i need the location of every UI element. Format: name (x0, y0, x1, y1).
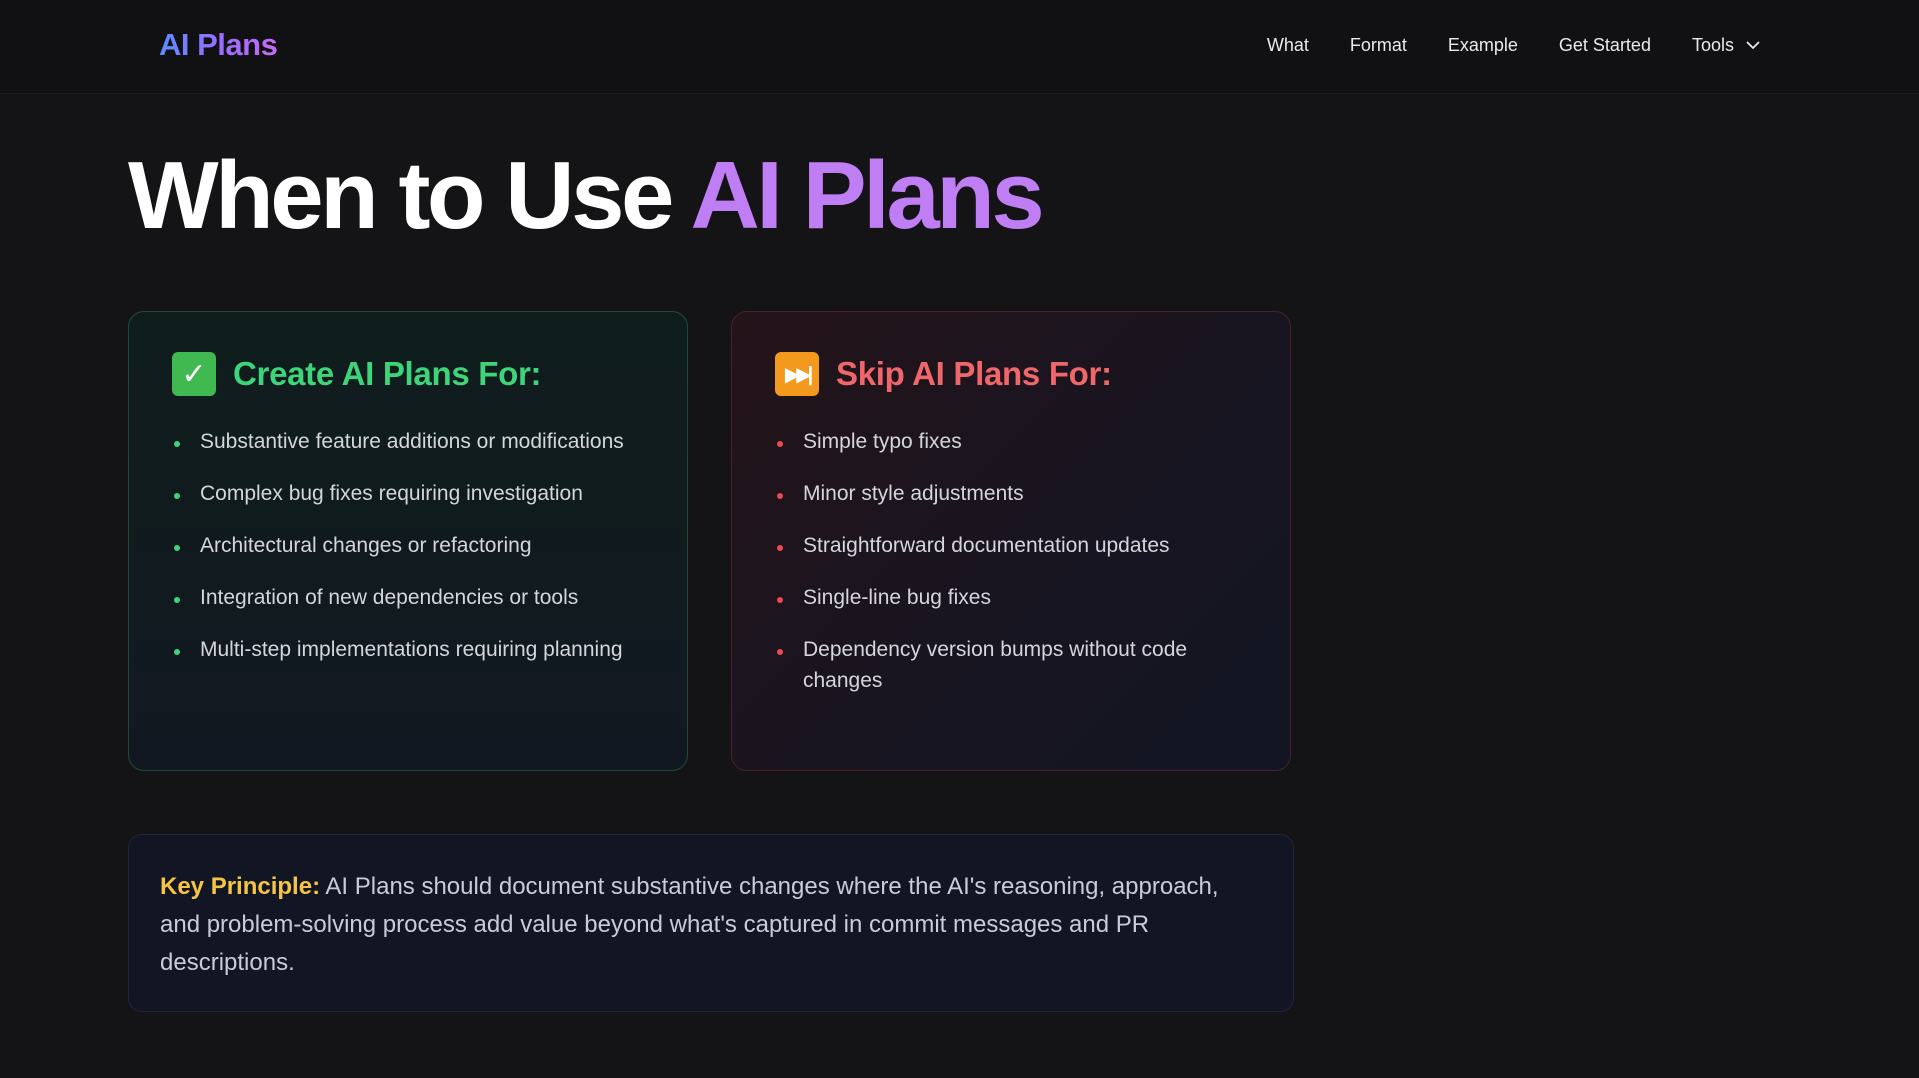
list-item: Complex bug fixes requiring investigatio… (172, 478, 647, 509)
create-card-header: ✓ Create AI Plans For: (172, 352, 647, 396)
list-item-text: Substantive feature additions or modific… (200, 430, 624, 453)
nav-link-get-started[interactable]: Get Started (1559, 35, 1651, 56)
bullet-dot-icon (174, 493, 180, 499)
skip-card-title: Skip AI Plans For: (836, 355, 1112, 392)
bullet-dot-icon (174, 545, 180, 551)
list-item: Multi-step implementations requiring pla… (172, 634, 647, 665)
list-item: Architectural changes or refactoring (172, 530, 647, 561)
page-title: When to Use AI Plans (128, 148, 1045, 244)
bullet-dot-icon (777, 545, 783, 551)
bullet-dot-icon (174, 649, 180, 655)
top-navigation-bar: AI Plans What Format Example Get Started… (0, 0, 1919, 94)
chevron-down-icon (1746, 41, 1760, 49)
key-principle-label: Key Principle: (160, 873, 321, 900)
main-nav: What Format Example Get Started Tools (1267, 35, 1760, 56)
bullet-dot-icon (777, 597, 783, 603)
check-mark-icon: ✓ (172, 352, 216, 396)
list-item-text: Dependency version bumps without code ch… (803, 638, 1188, 692)
fast-forward-icon: ▶▶| (775, 352, 819, 396)
create-ai-plans-card: ✓ Create AI Plans For: Substantive featu… (128, 311, 688, 771)
tools-dropdown-label: Tools (1691, 35, 1734, 55)
list-item: Single-line bug fixes (775, 582, 1250, 613)
brand-logo-link[interactable]: AI Plans (159, 27, 278, 63)
list-item: Integration of new dependencies or tools (172, 582, 647, 613)
list-item-text: Simple typo fixes (803, 430, 962, 453)
bullet-dot-icon (174, 441, 180, 447)
list-item-text: Minor style adjustments (803, 482, 1024, 505)
list-item-text: Complex bug fixes requiring investigatio… (200, 482, 583, 505)
list-item-text: Single-line bug fixes (803, 586, 991, 609)
bullet-dot-icon (777, 649, 783, 655)
create-card-title: Create AI Plans For: (233, 355, 542, 392)
nav-link-what[interactable]: What (1267, 35, 1309, 56)
list-item-text: Integration of new dependencies or tools (200, 586, 579, 609)
list-item-text: Straightforward documentation updates (803, 534, 1170, 557)
list-item-text: Architectural changes or refactoring (200, 534, 532, 557)
nav-link-format[interactable]: Format (1350, 35, 1407, 56)
key-principle-callout: Key Principle: AI Plans should document … (128, 834, 1294, 1012)
list-item: Substantive feature additions or modific… (172, 426, 647, 457)
nav-link-example[interactable]: Example (1448, 35, 1518, 56)
bullet-dot-icon (174, 597, 180, 603)
create-card-list: Substantive feature additions or modific… (172, 426, 647, 665)
list-item: Dependency version bumps without code ch… (775, 634, 1250, 696)
list-item: Simple typo fixes (775, 426, 1250, 457)
bullet-dot-icon (777, 493, 783, 499)
skip-card-header: ▶▶| Skip AI Plans For: (775, 352, 1250, 396)
page-title-plain: When to Use (128, 142, 691, 249)
page-title-accent: AI Plans (690, 142, 1044, 249)
skip-card-list: Simple typo fixes Minor style adjustment… (775, 426, 1250, 696)
bullet-dot-icon (777, 441, 783, 447)
tools-dropdown[interactable]: Tools (1692, 35, 1760, 56)
list-item: Straightforward documentation updates (775, 530, 1250, 561)
list-item: Minor style adjustments (775, 478, 1250, 509)
list-item-text: Multi-step implementations requiring pla… (200, 638, 623, 661)
skip-ai-plans-card: ▶▶| Skip AI Plans For: Simple typo fixes… (731, 311, 1291, 771)
